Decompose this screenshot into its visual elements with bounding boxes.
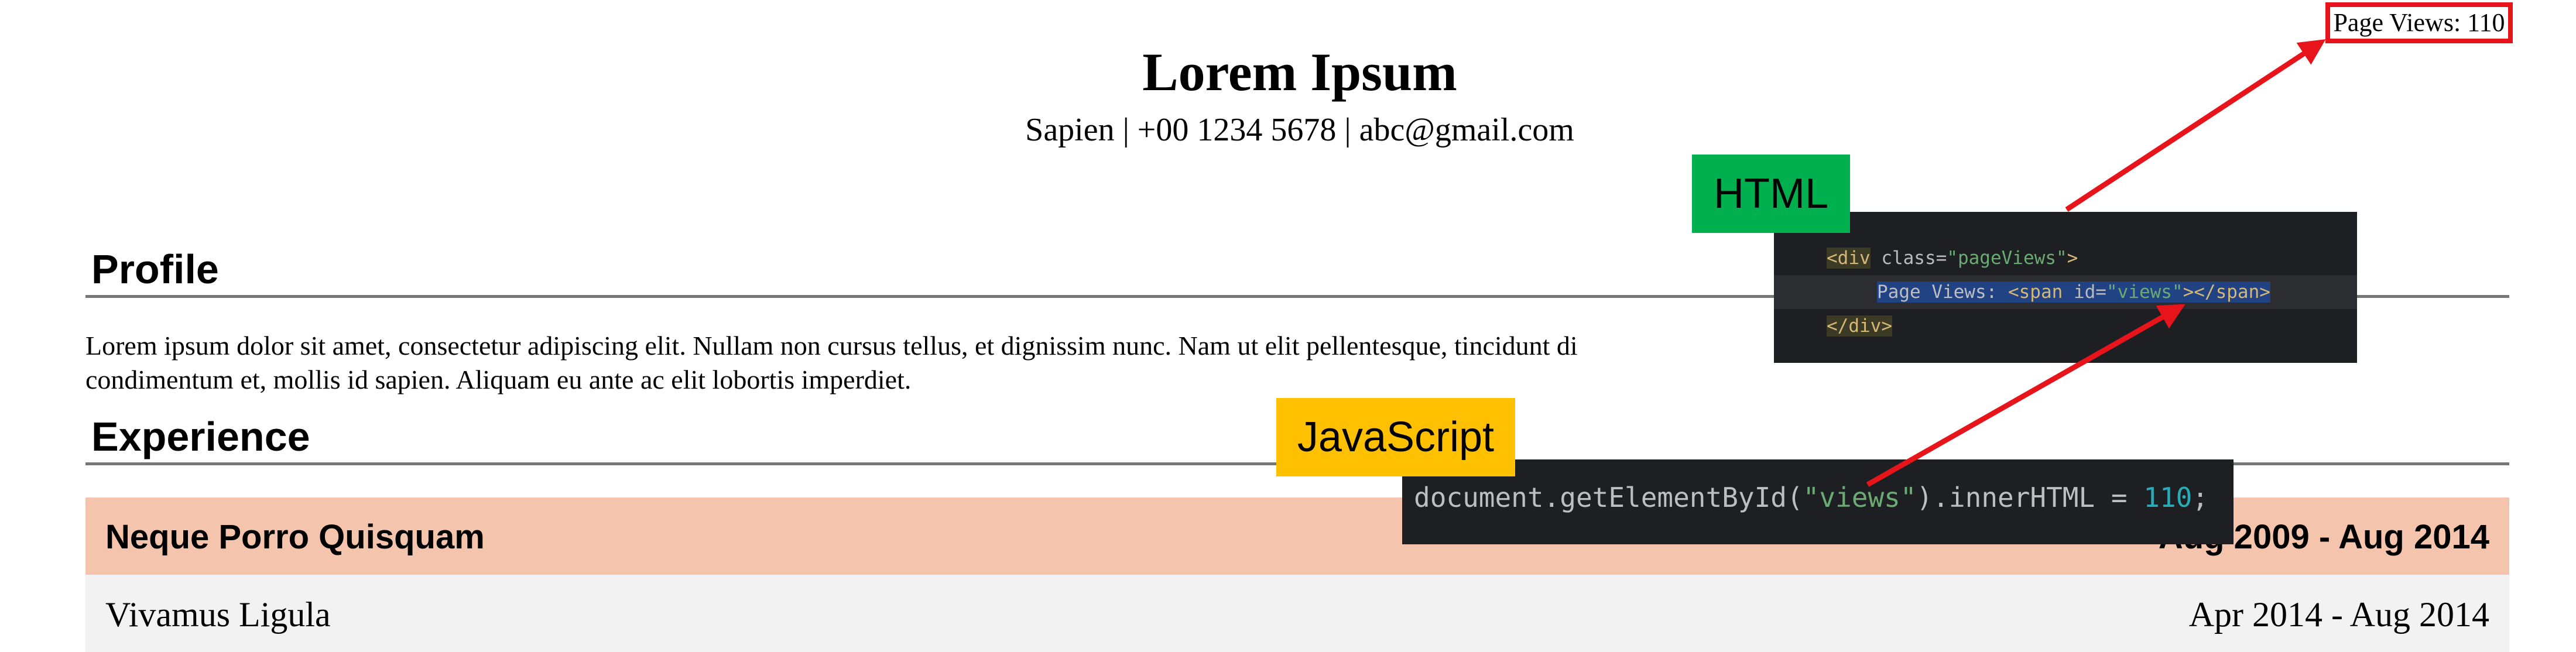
arrow-js-to-span: [1866, 304, 2186, 487]
annotation-arrows: [1866, 39, 2326, 487]
arrow-html-to-counter: [2065, 39, 2326, 212]
